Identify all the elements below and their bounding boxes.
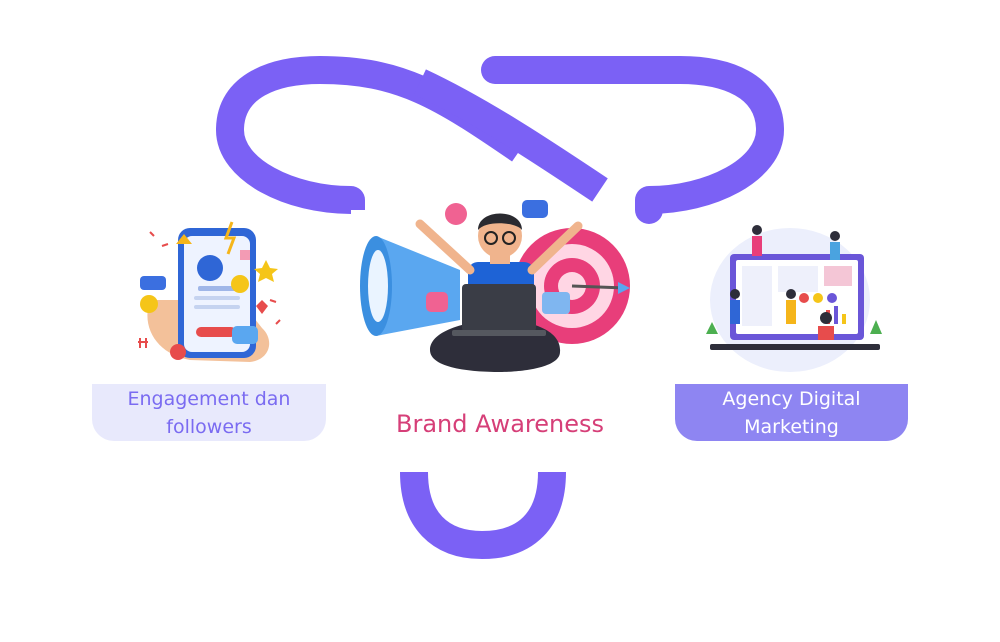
- engagement-label: Engagement dan followers: [127, 387, 291, 438]
- digital-marketing-dashboard-illustration: [706, 225, 882, 372]
- engagement-label-box: Engagement dan followers: [92, 384, 326, 441]
- diagram-canvas: Engagement dan followers Brand Awareness…: [0, 0, 1000, 642]
- agency-label-box: Agency Digital Marketing: [675, 384, 908, 441]
- brand-awareness-label: Brand Awareness: [396, 410, 604, 438]
- agency-label: Agency Digital Marketing: [722, 387, 861, 438]
